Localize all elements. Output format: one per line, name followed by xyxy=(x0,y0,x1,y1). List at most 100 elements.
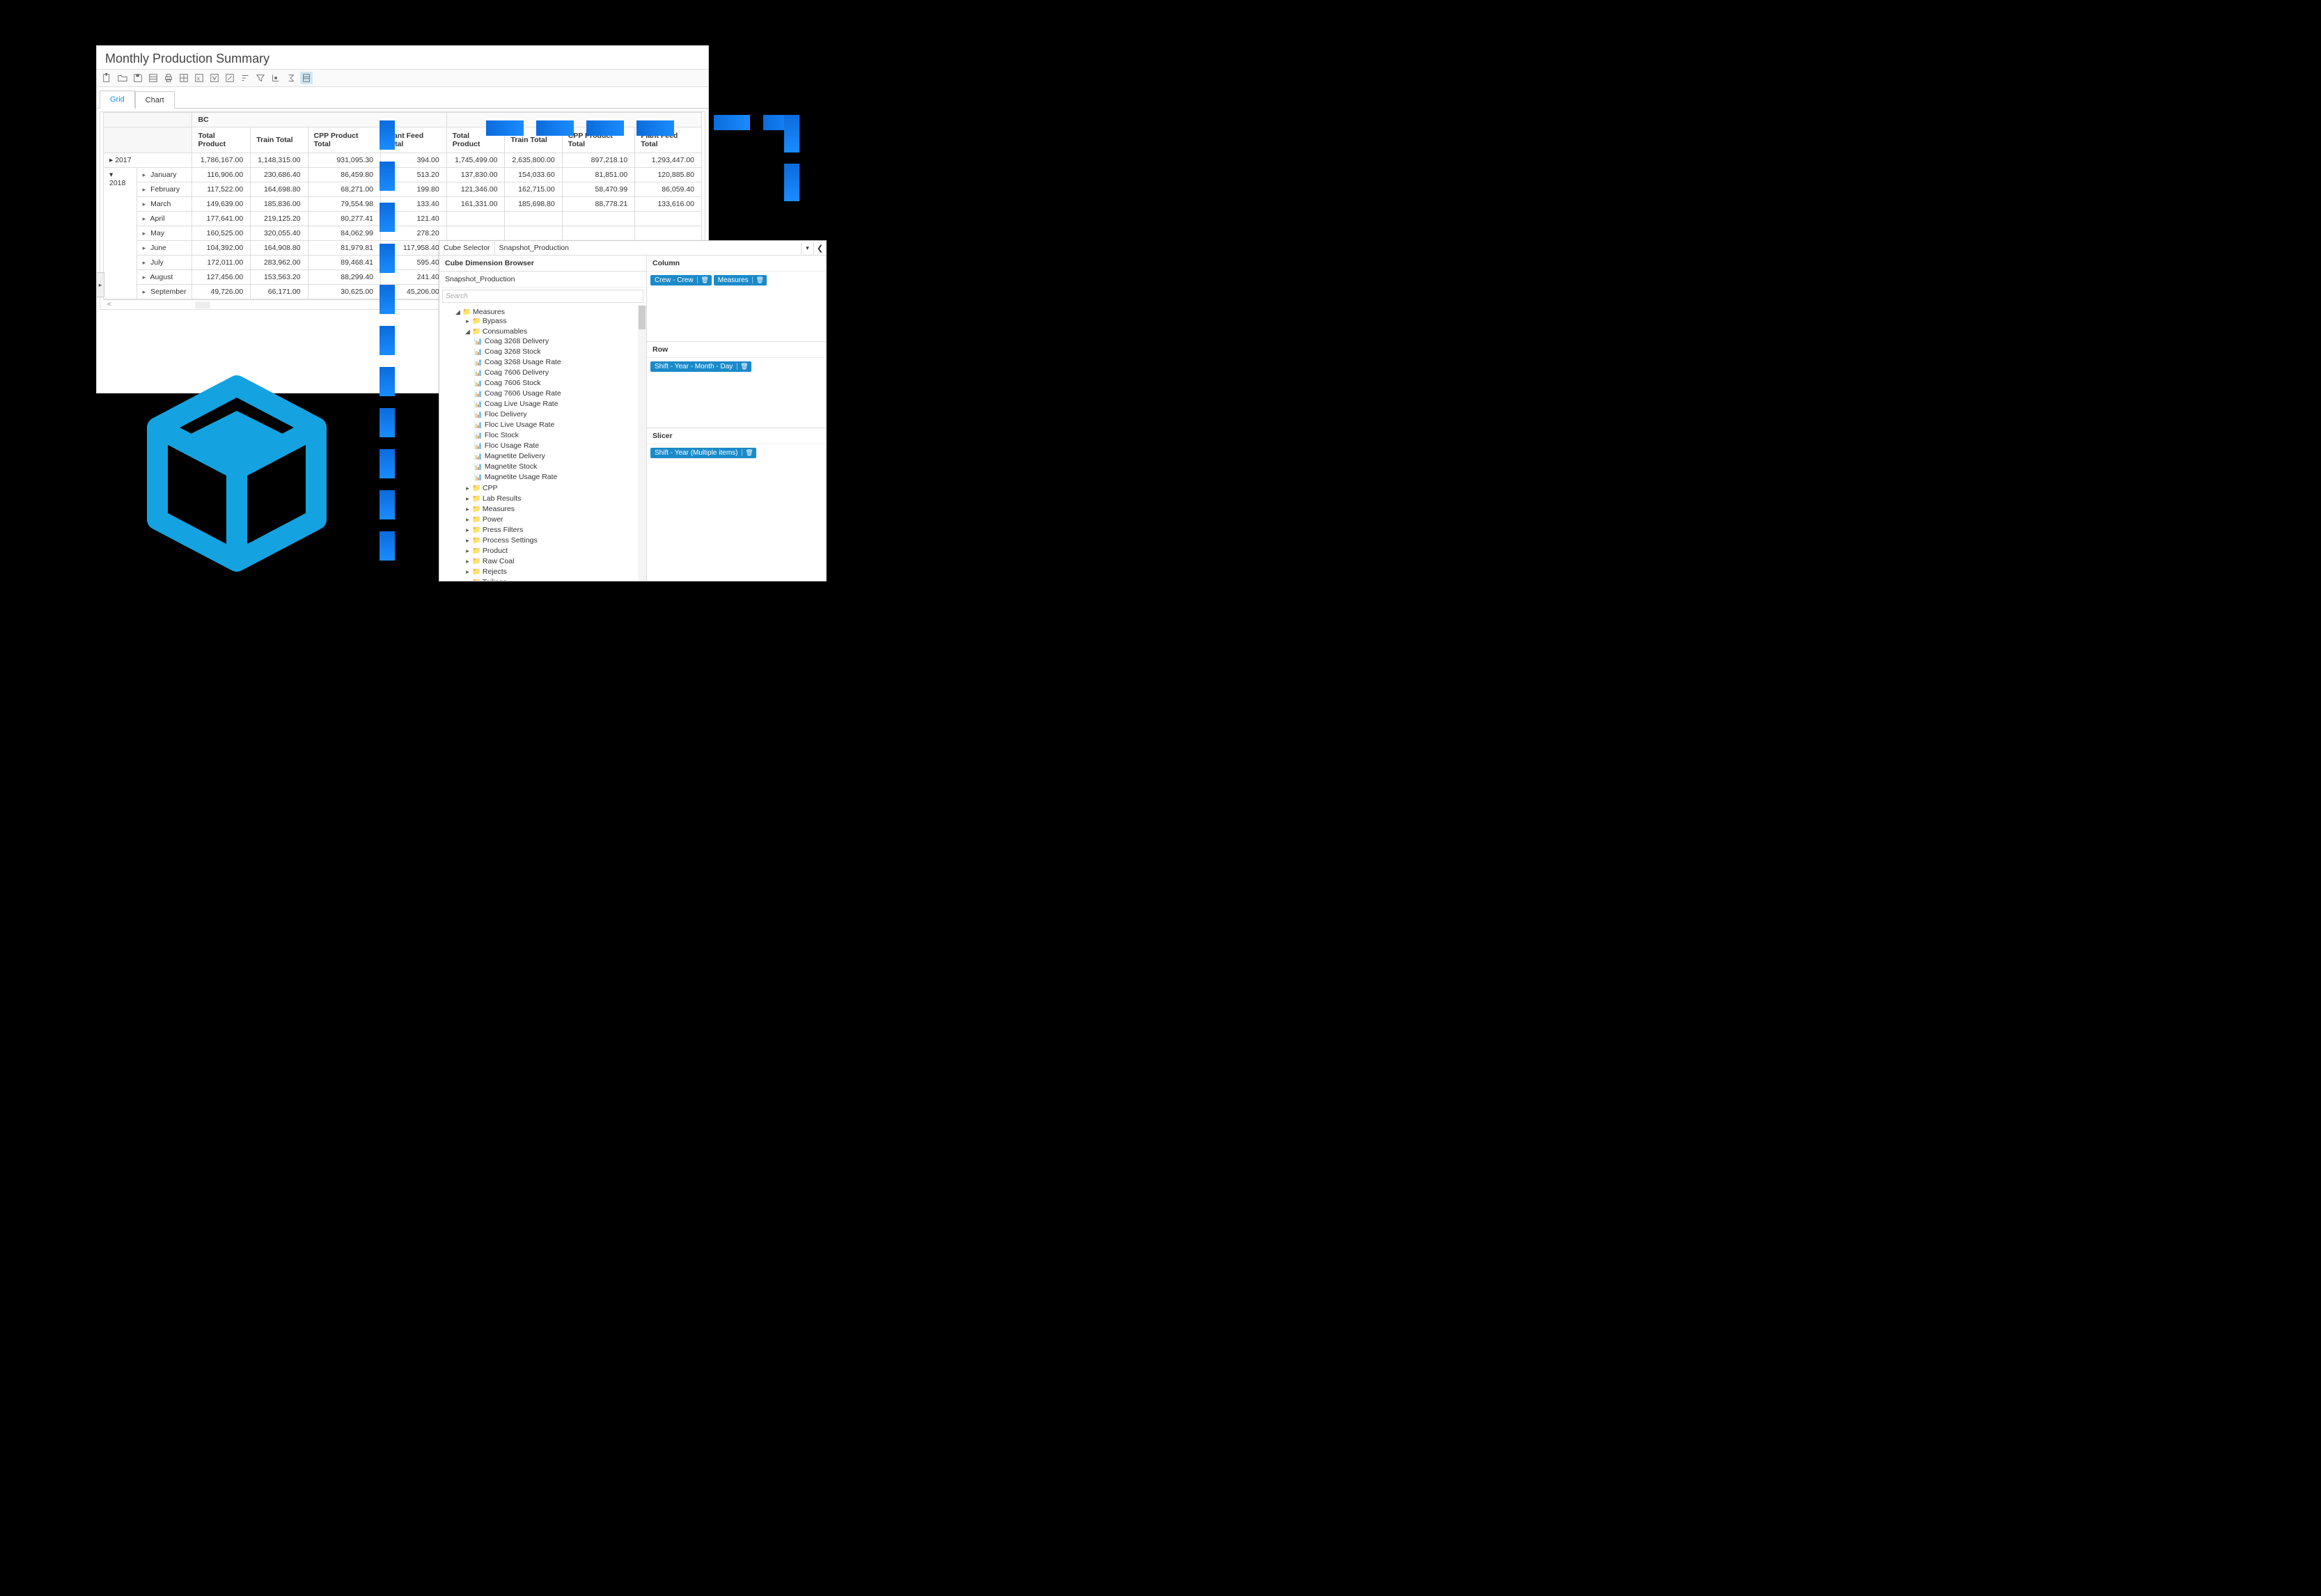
data-cell: 1,745,499.00 xyxy=(446,153,505,168)
tree-measure[interactable]: 📊 Coag Live Usage Rate xyxy=(474,398,643,409)
toolbar: X xyxy=(97,69,708,87)
cube-logo-icon xyxy=(132,369,341,578)
toolbar-export-excel-icon[interactable]: X xyxy=(193,72,205,84)
data-cell xyxy=(635,212,702,226)
cube-selector-label: Cube Selector xyxy=(439,241,495,255)
data-cell: 320,055.40 xyxy=(251,226,308,241)
dimension-chip[interactable]: Shift - Year (Multiple items) 🗑 xyxy=(650,448,756,458)
tree-folder[interactable]: ▸📁 Power xyxy=(464,515,643,525)
data-cell: 133,616.00 xyxy=(635,197,702,212)
row-year-2018[interactable]: ▾ 2018 xyxy=(104,168,137,299)
row-month[interactable]: ▸ May xyxy=(136,226,192,241)
tree-measure[interactable]: 📊 Coag 7606 Usage Rate xyxy=(474,388,643,398)
tree-folder[interactable]: ▸📁 Press Filters xyxy=(464,525,643,535)
chip-delete-icon[interactable]: 🗑 xyxy=(737,363,748,370)
data-cell: 283,962.00 xyxy=(251,256,308,270)
tree-folder[interactable]: ▸📁 Process Settings xyxy=(464,535,643,546)
tree-measure[interactable]: 📊 Magnetite Usage Rate xyxy=(474,471,643,482)
tab-grid[interactable]: Grid xyxy=(100,91,135,109)
toolbar-cells-icon[interactable] xyxy=(178,72,190,84)
tree-measure[interactable]: 📊 Coag 7606 Stock xyxy=(474,377,643,388)
toolbar-sigma-icon[interactable] xyxy=(285,72,297,84)
toolbar-save-icon[interactable] xyxy=(132,72,144,84)
toolbar-export-csv-icon[interactable] xyxy=(208,72,221,84)
tree-measure[interactable]: 📊 Coag 3268 Stock xyxy=(474,346,643,357)
toolbar-open-icon[interactable] xyxy=(116,72,129,84)
toolbar-sort-icon[interactable] xyxy=(239,72,251,84)
tree-folder[interactable]: ▸📁 Lab Results xyxy=(464,494,643,504)
data-cell: 149,639.00 xyxy=(192,197,251,212)
data-cell: 154,033.60 xyxy=(505,168,562,182)
drop-zones: Column Crew - Crew 🗑Measures 🗑 Row Shift… xyxy=(647,256,826,581)
row-month[interactable]: ▸ September xyxy=(136,285,192,299)
chip-delete-icon[interactable]: 🗑 xyxy=(697,276,708,283)
table-row: ▸ May160,525.00320,055.4084,062.99278.20 xyxy=(104,226,702,241)
tree-measure[interactable]: 📊 Floc Delivery xyxy=(474,409,643,419)
tree-measure[interactable]: 📊 Magnetite Stock xyxy=(474,461,643,471)
tree-folder[interactable]: ▸📁 Measures xyxy=(464,504,643,515)
chip-delete-icon[interactable]: 🗑 xyxy=(742,449,753,456)
tree-measure[interactable]: 📊 Floc Stock xyxy=(474,430,643,440)
data-cell xyxy=(505,212,562,226)
data-cell: 199.80 xyxy=(381,182,447,197)
tree-measure[interactable]: 📊 Magnetite Delivery xyxy=(474,451,643,461)
data-cell xyxy=(635,226,702,241)
row-month[interactable]: ▸ March xyxy=(136,197,192,212)
tree-measure[interactable]: 📊 Coag 7606 Delivery xyxy=(474,367,643,377)
tree-measure[interactable]: 📊 Coag 3268 Usage Rate xyxy=(474,357,643,367)
toolbar-grid-icon[interactable] xyxy=(147,72,159,84)
tree-measure[interactable]: 📊 Coag 3268 Delivery xyxy=(474,336,643,346)
data-cell: 1,786,167.00 xyxy=(192,153,251,168)
dimension-chip[interactable]: Measures 🗑 xyxy=(714,275,767,285)
tree-folder[interactable]: ▸📁 Product xyxy=(464,546,643,556)
data-cell xyxy=(446,226,505,241)
tree-scrollbar[interactable] xyxy=(638,305,646,581)
tree-measure[interactable]: 📊 Floc Live Usage Rate xyxy=(474,419,643,430)
data-cell: 897,218.10 xyxy=(562,153,635,168)
data-cell: 84,062.99 xyxy=(308,226,381,241)
data-cell: 121,346.00 xyxy=(446,182,505,197)
data-cell: 162,715.00 xyxy=(505,182,562,197)
tree-folder[interactable]: ▸📁 Rejects xyxy=(464,567,643,577)
tree-folder[interactable]: ▸📁 Raw Coal xyxy=(464,556,643,567)
data-cell: 160,525.00 xyxy=(192,226,251,241)
svg-text:X: X xyxy=(197,77,201,82)
row-month[interactable]: ▸ February xyxy=(136,182,192,197)
row-month[interactable]: ▸ April xyxy=(136,212,192,226)
table-row: ▸ February117,522.00164,698.8068,271.001… xyxy=(104,182,702,197)
tree-node-measures[interactable]: ◢📁 Measures▸📁 Bypass◢📁 Consumables📊 Coag… xyxy=(455,306,643,581)
tree-measure[interactable]: 📊 Floc Usage Rate xyxy=(474,440,643,451)
row-year-2017[interactable]: ▸ 2017 xyxy=(104,153,192,168)
data-cell: 164,698.80 xyxy=(251,182,308,197)
data-cell xyxy=(562,212,635,226)
toolbar-pivot-icon[interactable] xyxy=(269,72,282,84)
row-month[interactable]: ▸ January xyxy=(136,168,192,182)
row-month[interactable]: ▸ August xyxy=(136,270,192,285)
data-cell: 2,635,800.00 xyxy=(505,153,562,168)
tab-chart[interactable]: Chart xyxy=(135,91,175,109)
data-cell: 185,836.00 xyxy=(251,197,308,212)
tree-folder[interactable]: ▸📁 CPP xyxy=(464,483,643,494)
toolbar-new-icon[interactable] xyxy=(101,72,114,84)
toolbar-export-pdf-icon[interactable] xyxy=(224,72,236,84)
row-month[interactable]: ▸ June xyxy=(136,241,192,256)
tree-folder[interactable]: ▸📁 Bypass xyxy=(464,316,643,327)
toolbar-browser-icon[interactable] xyxy=(300,72,313,84)
toolbar-filter-icon[interactable] xyxy=(254,72,267,84)
data-cell: 104,392.00 xyxy=(192,241,251,256)
dimension-chip[interactable]: Shift - Year - Month - Day 🗑 xyxy=(650,361,751,372)
data-cell: 1,148,315.00 xyxy=(251,153,308,168)
row-area-expand-handle[interactable]: ▸ xyxy=(96,272,104,297)
panel-collapse-icon[interactable]: ❮ xyxy=(813,242,826,255)
dimension-search-input[interactable]: Search xyxy=(442,290,643,303)
cube-selector-value[interactable]: Snapshot_Production xyxy=(495,241,801,255)
table-row: ▸ 20171,786,167.001,148,315.00931,095.30… xyxy=(104,153,702,168)
dimension-chip[interactable]: Crew - Crew 🗑 xyxy=(650,275,712,285)
row-month[interactable]: ▸ July xyxy=(136,256,192,270)
chip-delete-icon[interactable]: 🗑 xyxy=(752,276,763,283)
toolbar-print-icon[interactable] xyxy=(162,72,175,84)
tree-folder[interactable]: ▸📁 Tailings xyxy=(464,577,643,581)
tab-bar: Grid Chart xyxy=(97,87,708,109)
tree-folder[interactable]: ◢📁 Consumables📊 Coag 3268 Delivery📊 Coag… xyxy=(464,327,643,483)
cube-selector-dropdown-icon[interactable]: ▾ xyxy=(801,242,813,254)
